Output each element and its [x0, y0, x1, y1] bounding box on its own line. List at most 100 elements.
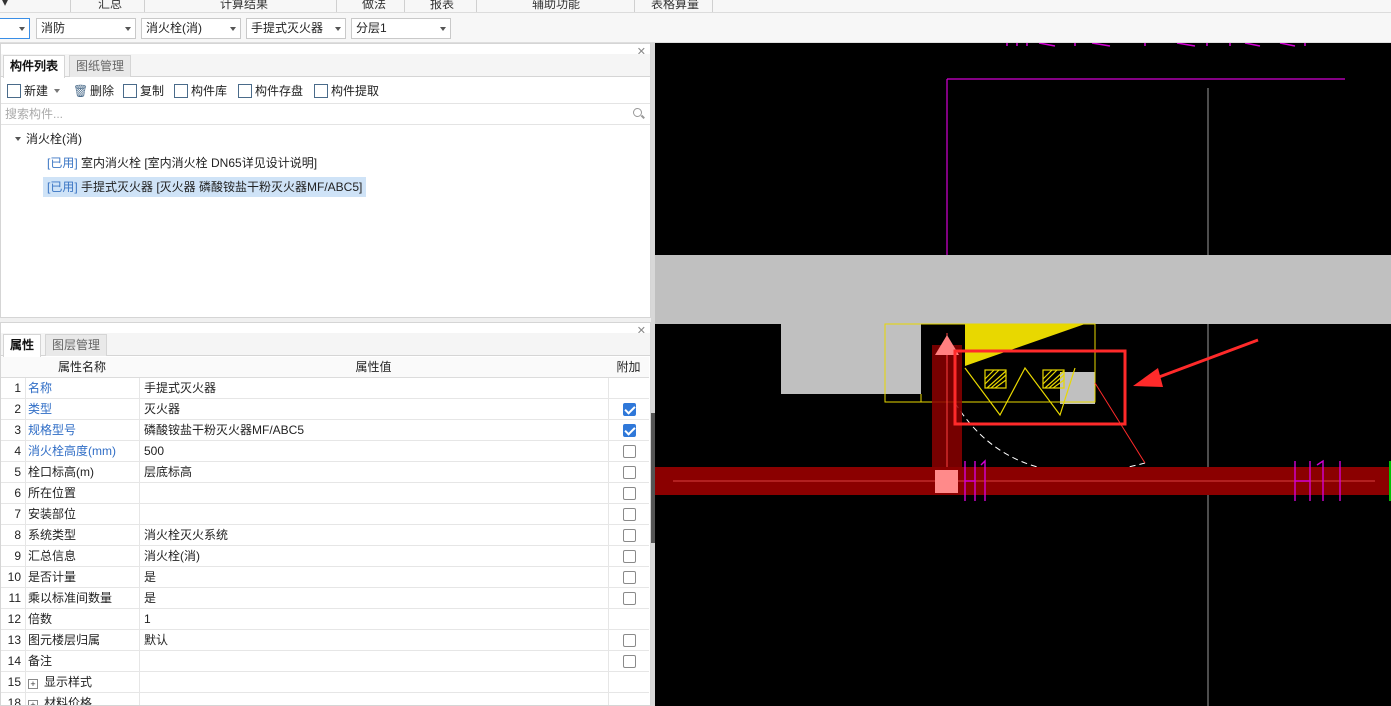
property-row[interactable]: 12 倍数 1	[1, 609, 649, 630]
property-row[interactable]: 3 规格型号 磷酸铵盐干粉灭火器MF/ABC5	[1, 420, 649, 441]
ribbon-item-table-qty[interactable]: 表格算量	[651, 0, 699, 12]
extra-checkbox[interactable]	[623, 571, 636, 584]
chevron-down-icon[interactable]	[54, 89, 61, 93]
extra-checkbox[interactable]	[623, 592, 636, 605]
property-value[interactable]	[139, 693, 608, 705]
tab-properties[interactable]: 属性	[3, 334, 42, 357]
search-icon[interactable]	[633, 108, 642, 117]
extra-cell	[608, 546, 649, 567]
tree-item-label: 室内消火栓 [室内消火栓 DN65详见设计说明]	[81, 156, 318, 170]
property-value[interactable]: 是	[139, 588, 608, 609]
row-number: 15	[7, 675, 21, 689]
property-value[interactable]	[139, 483, 608, 504]
property-row[interactable]: 6 所在位置	[1, 483, 649, 504]
component-list-panel: ✕ 构件列表 图纸管理 新建 删除 复制 构件库 构件存盘 构件提取 搜索构件.…	[0, 43, 651, 318]
component-select[interactable]: 手提式灭火器	[246, 18, 346, 39]
property-value[interactable]: 500	[139, 441, 608, 462]
property-name-label: 倍数	[28, 612, 53, 626]
property-row[interactable]: 11 乘以标准间数量 是	[1, 588, 649, 609]
property-value[interactable]: 灭火器	[139, 399, 608, 420]
tab-component-list[interactable]: 构件列表	[3, 55, 66, 78]
property-value[interactable]: 层底标高	[139, 462, 608, 483]
delete-button[interactable]: 删除	[73, 83, 114, 99]
row-number: 13	[7, 633, 21, 647]
type-select[interactable]: 消火栓(消)	[141, 18, 241, 39]
property-row[interactable]: 10 是否计量 是	[1, 567, 649, 588]
ribbon-strip: ▾ 汇总 计算结果 做法 报表 辅助功能 表格算量	[0, 0, 1391, 13]
copy-icon	[123, 84, 137, 98]
cad-canvas[interactable]	[655, 43, 1391, 706]
extract-component-label: 构件提取	[331, 84, 380, 98]
property-value[interactable]	[139, 651, 608, 672]
component-search-input[interactable]: 搜索构件...	[1, 105, 650, 125]
component-panel-tabs: 构件列表 图纸管理	[1, 54, 650, 78]
property-value[interactable]: 磷酸铵盐干粉灭火器MF/ABC5	[139, 420, 608, 441]
chevron-down-icon	[230, 27, 236, 31]
new-button[interactable]: 新建	[7, 83, 61, 99]
property-row[interactable]: 1 名称 手提式灭火器	[1, 378, 649, 399]
extra-checkbox[interactable]	[623, 508, 636, 521]
property-row[interactable]: 13 图元楼层归属 默认	[1, 630, 649, 651]
profession-value: 消防	[41, 21, 66, 35]
ribbon-item-method[interactable]: 做法	[362, 0, 386, 12]
save-component-button[interactable]: 构件存盘	[238, 83, 303, 99]
ribbon-item-results[interactable]: 计算结果	[220, 0, 268, 12]
component-library-button[interactable]: 构件库	[174, 83, 227, 99]
property-row[interactable]: 9 汇总信息 消火栓(消)	[1, 546, 649, 567]
extra-checkbox[interactable]	[623, 445, 636, 458]
extra-checkbox[interactable]	[623, 529, 636, 542]
property-value[interactable]: 默认	[139, 630, 608, 651]
extra-checkbox[interactable]	[623, 655, 636, 668]
new-file-icon	[7, 84, 21, 98]
tab-drawing-management[interactable]: 图纸管理	[69, 55, 132, 77]
extra-checkbox[interactable]	[623, 424, 636, 437]
property-value[interactable]	[139, 672, 608, 693]
floor-select[interactable]	[0, 18, 30, 39]
property-row[interactable]: 14 备注	[1, 651, 649, 672]
tree-root[interactable]: 消火栓(消)	[15, 129, 82, 149]
profession-select[interactable]: 消防	[36, 18, 136, 39]
expand-icon[interactable]: +	[28, 679, 38, 689]
new-label: 新建	[24, 84, 49, 98]
ribbon-item-report[interactable]: 报表	[430, 0, 454, 12]
property-value[interactable]: 1	[139, 609, 608, 630]
cad-drawing[interactable]	[655, 43, 1391, 706]
property-row[interactable]: 5 栓口标高(m) 层底标高	[1, 462, 649, 483]
property-name-label: 材料价格	[44, 696, 93, 706]
layer-select[interactable]: 分层1	[351, 18, 451, 39]
property-row[interactable]: 2 类型 灭火器	[1, 399, 649, 420]
copy-button[interactable]: 复制	[123, 83, 164, 99]
tree-item-extinguisher[interactable]: [已用] 手提式灭火器 [灭火器 磷酸铵盐干粉灭火器MF/ABC5]	[43, 177, 367, 197]
extra-checkbox[interactable]	[623, 403, 636, 416]
extra-checkbox[interactable]	[623, 550, 636, 563]
property-value[interactable]: 是	[139, 567, 608, 588]
chevron-down-icon	[19, 27, 25, 31]
property-value[interactable]: 消火栓(消)	[139, 546, 608, 567]
chevron-down-icon	[335, 27, 341, 31]
row-number: 9	[14, 549, 21, 563]
ribbon-dropdown-icon[interactable]: ▾	[2, 0, 8, 9]
property-value[interactable]: 消火栓灭火系统	[139, 525, 608, 546]
property-row[interactable]: 7 安装部位	[1, 504, 649, 525]
property-value[interactable]	[139, 504, 608, 525]
ribbon-divider	[634, 0, 635, 12]
extra-cell	[608, 672, 649, 693]
property-name-label: 所在位置	[28, 486, 77, 500]
property-name-label: 安装部位	[28, 507, 77, 521]
property-value[interactable]: 手提式灭火器	[139, 378, 608, 399]
collapse-icon[interactable]	[15, 137, 21, 141]
annotation-arrow-head	[1133, 368, 1163, 387]
ribbon-item-summary[interactable]: 汇总	[98, 0, 122, 12]
property-row[interactable]: 15 + 显示样式	[1, 672, 649, 693]
property-row[interactable]: 18 + 材料价格	[1, 693, 649, 706]
property-row[interactable]: 8 系统类型 消火栓灭火系统	[1, 525, 649, 546]
ribbon-item-aux[interactable]: 辅助功能	[532, 0, 580, 12]
extra-checkbox[interactable]	[623, 634, 636, 647]
tab-layer-management[interactable]: 图层管理	[45, 334, 108, 356]
expand-icon[interactable]: +	[28, 700, 38, 705]
extract-component-button[interactable]: 构件提取	[314, 83, 379, 99]
extra-checkbox[interactable]	[623, 466, 636, 479]
tree-item-hydrant[interactable]: [已用] 室内消火栓 [室内消火栓 DN65详见设计说明]	[47, 153, 317, 173]
property-row[interactable]: 4 消火栓高度(mm) 500	[1, 441, 649, 462]
extra-checkbox[interactable]	[623, 487, 636, 500]
